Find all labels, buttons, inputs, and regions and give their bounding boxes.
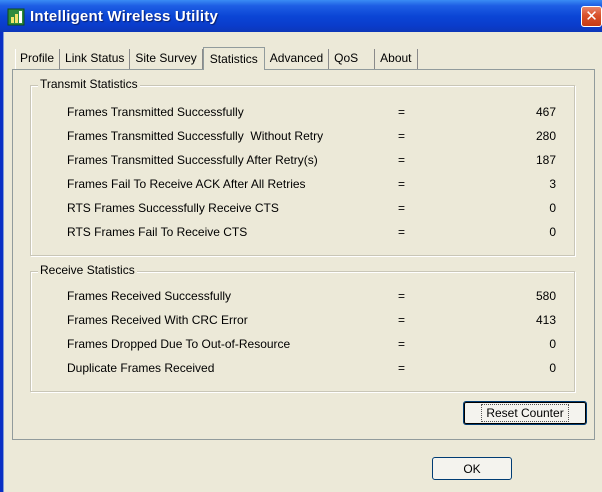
statistics-panel: Transmit Statistics Frames Transmitted S… — [12, 69, 595, 440]
stat-label: RTS Frames Fail To Receive CTS — [67, 225, 248, 239]
stat-equals: = — [398, 129, 406, 143]
stat-row: Frames Received With CRC Error = 413 — [31, 313, 574, 331]
tab-about[interactable]: About — [375, 49, 418, 69]
stat-label: Frames Transmitted Successfully Without … — [67, 129, 324, 143]
tab-statistics[interactable]: Statistics — [202, 47, 265, 70]
stat-value: 0 — [549, 225, 556, 239]
stat-label: Frames Dropped Due To Out-of-Resource — [67, 337, 291, 351]
stat-value: 580 — [535, 289, 556, 303]
tab-link-status[interactable]: Link Status — [60, 49, 131, 69]
tab-site-survey[interactable]: Site Survey — [130, 49, 203, 69]
reset-counter-label: Reset Counter — [481, 404, 569, 422]
stat-row: Frames Received Successfully = 580 — [31, 289, 574, 307]
stat-label: Frames Fail To Receive ACK After All Ret… — [67, 177, 306, 191]
stat-label: Frames Transmitted Successfully After Re… — [67, 153, 318, 167]
dialog-client-area: Profile Link Status Site Survey Statisti… — [3, 32, 602, 492]
stat-row: Frames Transmitted Successfully = 467 — [31, 105, 574, 123]
receive-statistics-group: Receive Statistics Frames Received Succe… — [30, 263, 575, 392]
stat-row: RTS Frames Fail To Receive CTS = 0 — [31, 225, 574, 243]
stat-row: Frames Fail To Receive ACK After All Ret… — [31, 177, 574, 195]
tab-strip: Profile Link Status Site Survey Statisti… — [15, 47, 418, 70]
receive-statistics-title: Receive Statistics — [38, 263, 137, 277]
window-title: Intelligent Wireless Utility — [30, 8, 219, 25]
stat-label: Frames Transmitted Successfully — [67, 105, 244, 119]
stat-equals: = — [398, 361, 406, 375]
stat-value: 0 — [549, 201, 556, 215]
stat-value: 0 — [549, 361, 556, 375]
wireless-network-icon — [7, 8, 25, 26]
stat-row: Frames Transmitted Successfully Without … — [31, 129, 574, 147]
stat-equals: = — [398, 105, 406, 119]
reset-counter-button[interactable]: Reset Counter — [463, 401, 587, 425]
stat-equals: = — [398, 313, 406, 327]
transmit-statistics-group: Transmit Statistics Frames Transmitted S… — [30, 77, 575, 256]
tab-qos[interactable]: QoS — [329, 49, 376, 69]
transmit-statistics-title: Transmit Statistics — [38, 77, 140, 91]
ok-button[interactable]: OK — [432, 457, 512, 480]
stat-equals: = — [398, 177, 406, 191]
stat-label: Duplicate Frames Received — [67, 361, 215, 375]
stat-equals: = — [398, 201, 406, 215]
stat-row: Frames Dropped Due To Out-of-Resource = … — [31, 337, 574, 355]
application-window: Intelligent Wireless Utility ✕ Profile L… — [0, 0, 602, 492]
stat-label: RTS Frames Successfully Receive CTS — [67, 201, 279, 215]
ok-label: OK — [463, 461, 481, 476]
tab-advanced[interactable]: Advanced — [265, 49, 330, 69]
stat-value: 413 — [535, 313, 556, 327]
stat-label: Frames Received Successfully — [67, 289, 232, 303]
stat-label: Frames Received With CRC Error — [67, 313, 248, 327]
close-button[interactable]: ✕ — [581, 6, 602, 27]
stat-equals: = — [398, 225, 406, 239]
stat-equals: = — [398, 337, 406, 351]
stat-value: 467 — [535, 105, 556, 119]
close-icon: ✕ — [585, 7, 598, 25]
stat-equals: = — [398, 153, 406, 167]
stat-value: 0 — [549, 337, 556, 351]
stat-value: 3 — [549, 177, 556, 191]
stat-row: RTS Frames Successfully Receive CTS = 0 — [31, 201, 574, 219]
stat-value: 187 — [535, 153, 556, 167]
tab-profile[interactable]: Profile — [15, 49, 61, 69]
stat-equals: = — [398, 289, 406, 303]
stat-value: 280 — [535, 129, 556, 143]
title-bar[interactable]: Intelligent Wireless Utility ✕ — [0, 0, 602, 32]
stat-row: Duplicate Frames Received = 0 — [31, 361, 574, 379]
stat-row: Frames Transmitted Successfully After Re… — [31, 153, 574, 171]
